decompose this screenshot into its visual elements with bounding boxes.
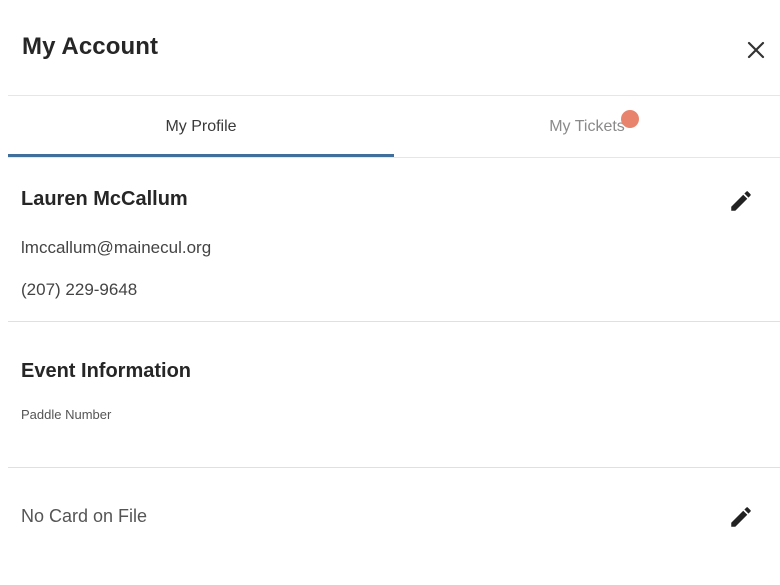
paddle-number-label: Paddle Number <box>21 407 112 422</box>
tab-label: My Profile <box>165 118 237 135</box>
pencil-icon <box>731 507 751 527</box>
panel-header: My Account <box>8 0 780 96</box>
event-information-section: Event Information Paddle Number <box>8 322 780 468</box>
tab-my-tickets[interactable]: My Tickets <box>394 96 780 157</box>
close-button[interactable] <box>742 36 770 64</box>
profile-name: Lauren McCallum <box>21 188 188 210</box>
profile-email: lmccallum@mainecul.org <box>21 238 212 257</box>
notification-dot <box>620 110 639 128</box>
close-icon <box>747 41 765 59</box>
section-title: Event Information <box>21 360 192 382</box>
account-tabs: My Profile My Tickets <box>8 96 780 158</box>
edit-profile-button[interactable] <box>728 188 754 214</box>
card-status: No Card on File <box>21 506 148 526</box>
tab-label: My Tickets <box>549 118 625 135</box>
my-account-panel: My Account My Profile My Tickets Lauren … <box>0 0 780 585</box>
pencil-icon <box>731 191 751 211</box>
payment-section: No Card on File <box>8 468 780 585</box>
edit-card-button[interactable] <box>728 504 754 530</box>
profile-phone: (207) 229-9648 <box>21 280 138 299</box>
page-title: My Account <box>22 33 159 60</box>
tab-my-profile[interactable]: My Profile <box>8 96 394 157</box>
profile-section: Lauren McCallum lmccallum@mainecul.org (… <box>8 158 780 322</box>
